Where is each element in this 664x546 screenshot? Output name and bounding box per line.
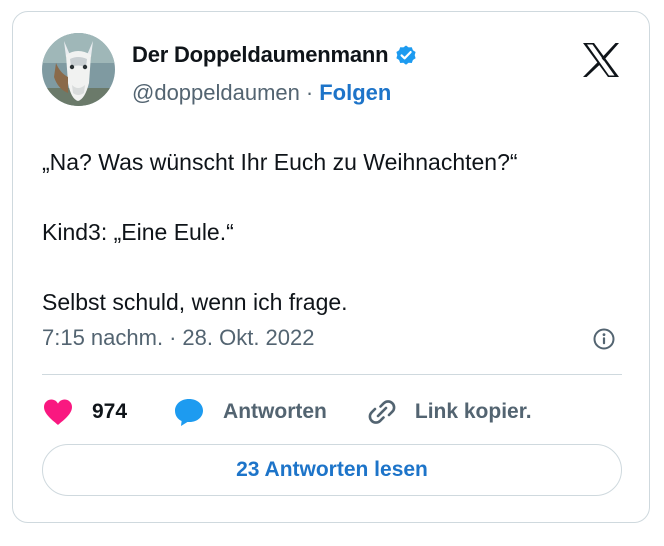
reply-button[interactable]: Antworten — [173, 397, 327, 427]
tweet-card: Der Doppeldaumenmann @doppeldaumen · Folge… — [12, 11, 650, 523]
tweet-text: „Na? Was wünscht Ihr Euch zu Weihnachten… — [42, 144, 622, 320]
handle-separator: · — [305, 80, 314, 105]
tweet-line: Kind3: „Eine Eule.“ — [42, 219, 234, 245]
verified-badge-icon — [394, 43, 418, 67]
info-icon[interactable] — [592, 327, 616, 351]
handle-row: @doppeldaumen · Folgen — [132, 80, 391, 106]
tweet-timestamp[interactable]: 7:15 nachm. · 28. Okt. 2022 — [42, 325, 315, 351]
tweet-line: „Na? Was wünscht Ihr Euch zu Weihnachten… — [42, 149, 518, 175]
author-handle[interactable]: @doppeldaumen — [132, 80, 300, 105]
reply-label: Antworten — [223, 400, 327, 423]
tweet-line: Selbst schuld, wenn ich frage. — [42, 289, 348, 315]
like-count: 974 — [92, 400, 128, 423]
heart-icon — [42, 398, 74, 426]
like-button[interactable]: 974 — [42, 398, 127, 426]
copy-link-button[interactable]: Link kopier. — [367, 397, 532, 427]
avatar[interactable] — [42, 33, 115, 106]
tweet-time[interactable]: 7:15 nachm. — [42, 325, 163, 350]
follow-link[interactable]: Folgen — [319, 80, 391, 105]
link-icon — [367, 397, 397, 427]
timestamp-separator: · — [169, 325, 177, 350]
author-name-row[interactable]: Der Doppeldaumenmann — [132, 42, 418, 68]
author-name[interactable]: Der Doppeldaumenmann — [132, 42, 389, 68]
divider — [42, 374, 622, 375]
x-logo-icon[interactable] — [582, 43, 620, 77]
avatar-image — [42, 33, 115, 106]
action-bar: 974 Antworten Link kopier. — [42, 392, 532, 432]
read-replies-button[interactable]: 23 Antworten lesen — [42, 444, 622, 496]
speech-bubble-icon — [173, 397, 205, 427]
copy-link-label: Link kopier. — [414, 400, 532, 423]
tweet-date[interactable]: 28. Okt. 2022 — [182, 325, 314, 350]
